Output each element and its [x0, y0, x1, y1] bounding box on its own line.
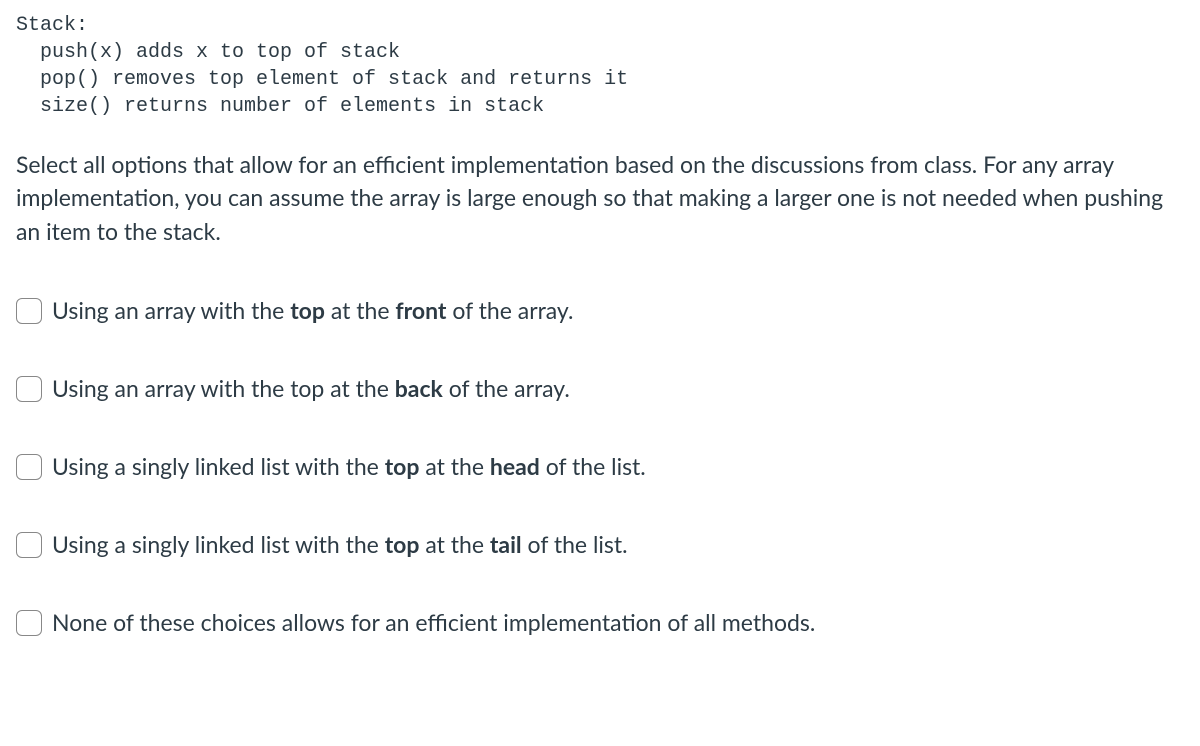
option-label: Using a singly linked list with the top …	[52, 452, 646, 482]
code-line-3: pop() removes top element of stack and r…	[16, 68, 628, 91]
option-3[interactable]: Using a singly linked list with the top …	[16, 530, 1184, 560]
option-label: None of these choices allows for an effi…	[52, 608, 815, 638]
question-text: Select all options that allow for an eff…	[16, 148, 1184, 248]
option-4[interactable]: None of these choices allows for an effi…	[16, 608, 1184, 638]
option-label: Using a singly linked list with the top …	[52, 530, 628, 560]
option-2[interactable]: Using a singly linked list with the top …	[16, 452, 1184, 482]
code-block: Stack: push(x) adds x to top of stack po…	[16, 12, 1184, 120]
checkbox-icon[interactable]	[16, 376, 42, 402]
option-1[interactable]: Using an array with the top at the back …	[16, 374, 1184, 404]
checkbox-icon[interactable]	[16, 298, 42, 324]
code-line-4: size() returns number of elements in sta…	[16, 95, 544, 118]
options-group: Using an array with the top at the front…	[16, 296, 1184, 637]
option-label: Using an array with the top at the back …	[52, 374, 570, 404]
code-line-2: push(x) adds x to top of stack	[16, 41, 400, 64]
checkbox-icon[interactable]	[16, 454, 42, 480]
checkbox-icon[interactable]	[16, 532, 42, 558]
option-label: Using an array with the top at the front…	[52, 296, 573, 326]
option-0[interactable]: Using an array with the top at the front…	[16, 296, 1184, 326]
checkbox-icon[interactable]	[16, 610, 42, 636]
code-line-1: Stack:	[16, 14, 88, 37]
